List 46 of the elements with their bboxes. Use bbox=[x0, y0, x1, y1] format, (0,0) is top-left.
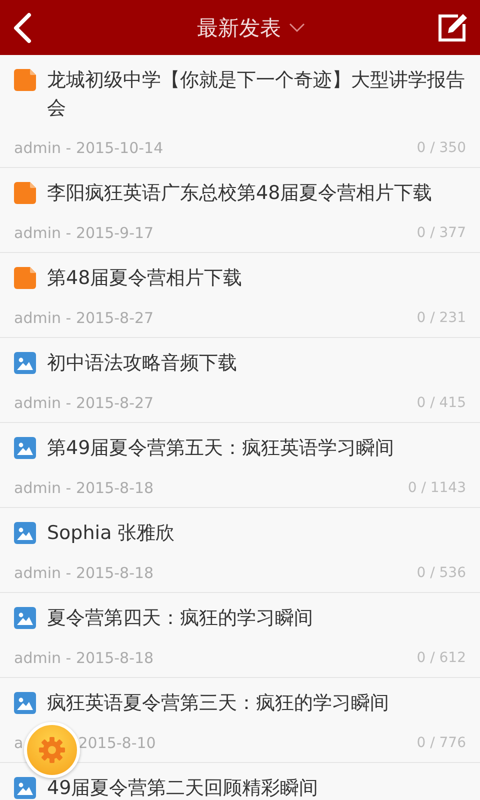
post-meta: admin - 2015-8-18 bbox=[14, 479, 154, 497]
post-title: 初中语法攻略音频下载 bbox=[47, 351, 237, 376]
post-item[interactable]: 夏令营第四天：疯狂的学习瞬间 admin - 2015-8-18 0 / 612 bbox=[0, 593, 480, 678]
post-meta: admin - 2015-10-14 bbox=[14, 139, 164, 157]
gear-icon bbox=[37, 735, 67, 765]
post-title: Sophia 张雅欣 bbox=[47, 521, 175, 546]
post-meta: admin - 2015-8-18 bbox=[14, 564, 154, 582]
post-meta: admin - 2015-8-18 bbox=[14, 649, 154, 667]
image-icon bbox=[14, 522, 36, 544]
view-count: 0 / 350 bbox=[416, 140, 466, 156]
post-item[interactable]: 龙城初级中学【你就是下一个奇迹】大型讲学报告会 admin - 2015-10-14 0 / 350 bbox=[0, 55, 480, 168]
view-count: 0 / 612 bbox=[416, 650, 466, 666]
post-date: 2015-8-10 bbox=[78, 734, 156, 752]
post-title: 夏令营第四天：疯狂的学习瞬间 bbox=[47, 606, 313, 631]
image-icon bbox=[14, 352, 36, 374]
post-item[interactable]: Sophia 张雅欣 admin - 2015-8-18 0 / 536 bbox=[0, 508, 480, 593]
document-icon bbox=[14, 267, 36, 289]
post-item[interactable]: 李阳疯狂英语广东总校第48届夏令营相片下载 admin - 2015-9-17 0 / 377 bbox=[0, 168, 480, 253]
compose-button[interactable] bbox=[436, 12, 468, 44]
post-item[interactable]: 第48届夏令营相片下载 admin - 2015-8-27 0 / 231 bbox=[0, 253, 480, 338]
caret-icon bbox=[289, 22, 305, 32]
post-item[interactable]: 初中语法攻略音频下载 admin - 2015-8-27 0 / 415 bbox=[0, 338, 480, 423]
image-icon bbox=[14, 692, 36, 714]
view-count: 0 / 1143 bbox=[408, 480, 466, 496]
title-dropdown[interactable]: 最新发表 bbox=[197, 14, 305, 42]
document-icon bbox=[14, 69, 36, 91]
post-title: 49届夏令营第二天回顾精彩瞬间 bbox=[47, 776, 318, 800]
post-title: 第49届夏令营第五天：疯狂英语学习瞬间 bbox=[47, 436, 394, 461]
post-meta: a bbox=[14, 734, 24, 752]
document-icon bbox=[14, 182, 36, 204]
image-icon bbox=[14, 437, 36, 459]
post-item[interactable]: 第49届夏令营第五天：疯狂英语学习瞬间 admin - 2015-8-18 0 / 1143 bbox=[0, 423, 480, 508]
post-meta: admin - 2015-8-27 bbox=[14, 309, 154, 327]
view-count: 0 / 231 bbox=[416, 310, 466, 326]
post-meta: admin - 2015-8-27 bbox=[14, 394, 154, 412]
image-icon bbox=[14, 607, 36, 629]
post-title: 疯狂英语夏令营第三天：疯狂的学习瞬间 bbox=[47, 691, 389, 716]
view-count: 0 / 536 bbox=[416, 565, 466, 581]
post-title: 龙城初级中学【你就是下一个奇迹】大型讲学报告会 bbox=[47, 68, 466, 121]
view-count: 0 / 415 bbox=[416, 395, 466, 411]
settings-button[interactable] bbox=[24, 722, 80, 778]
post-meta: admin - 2015-9-17 bbox=[14, 224, 154, 242]
view-count: 0 / 776 bbox=[416, 735, 466, 751]
post-title: 李阳疯狂英语广东总校第48届夏令营相片下载 bbox=[47, 181, 432, 206]
post-title: 第48届夏令营相片下载 bbox=[47, 266, 242, 291]
view-count: 0 / 377 bbox=[416, 225, 466, 241]
